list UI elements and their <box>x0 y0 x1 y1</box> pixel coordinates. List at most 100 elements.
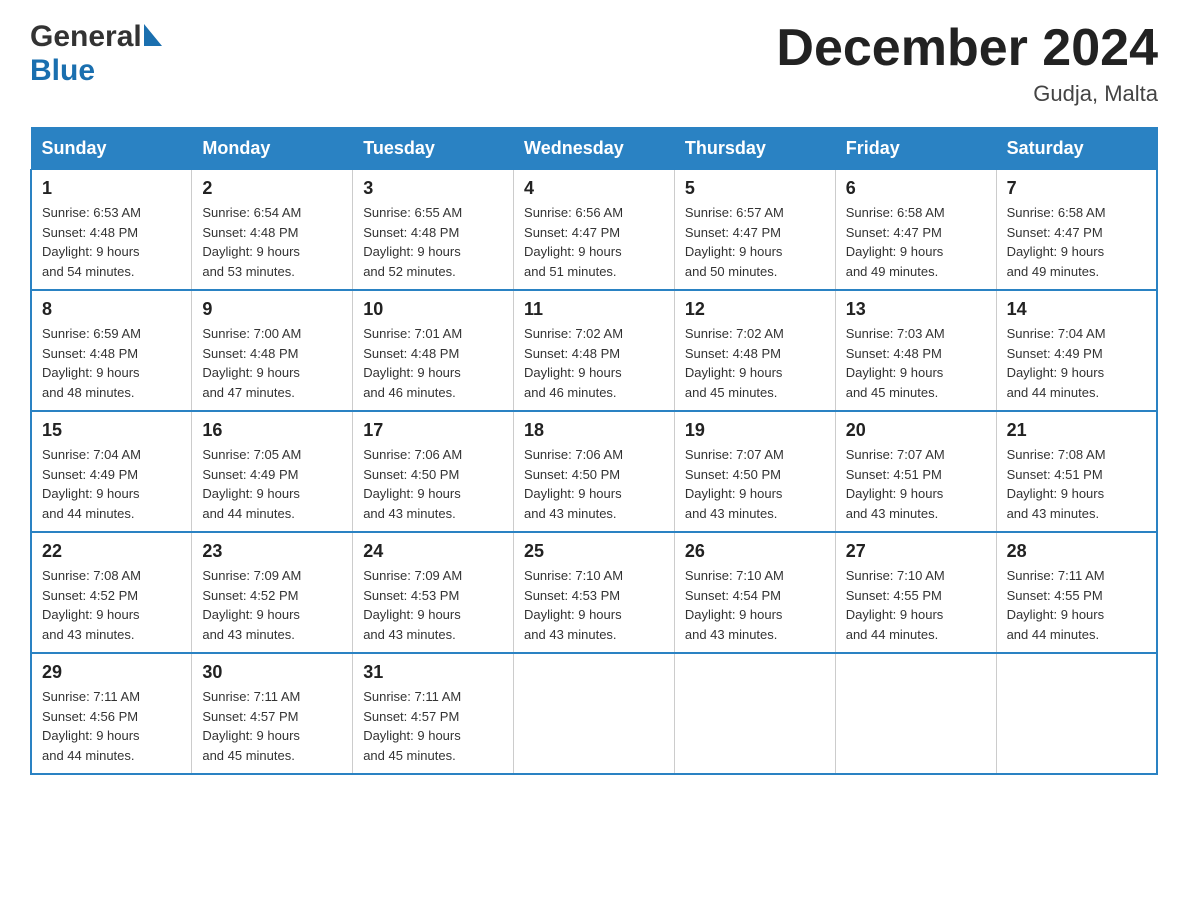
day-number: 21 <box>1007 420 1146 441</box>
table-row: 10 Sunrise: 7:01 AMSunset: 4:48 PMDaylig… <box>353 290 514 411</box>
col-wednesday: Wednesday <box>514 128 675 170</box>
logo-general: General <box>30 20 142 54</box>
table-row: 31 Sunrise: 7:11 AMSunset: 4:57 PMDaylig… <box>353 653 514 774</box>
col-tuesday: Tuesday <box>353 128 514 170</box>
day-number: 1 <box>42 178 181 199</box>
day-number: 4 <box>524 178 664 199</box>
day-number: 12 <box>685 299 825 320</box>
day-number: 25 <box>524 541 664 562</box>
day-info: Sunrise: 7:11 AMSunset: 4:57 PMDaylight:… <box>363 689 461 763</box>
day-info: Sunrise: 7:02 AMSunset: 4:48 PMDaylight:… <box>685 326 784 400</box>
table-row: 8 Sunrise: 6:59 AMSunset: 4:48 PMDayligh… <box>31 290 192 411</box>
day-number: 28 <box>1007 541 1146 562</box>
day-number: 9 <box>202 299 342 320</box>
table-row <box>996 653 1157 774</box>
calendar-table: Sunday Monday Tuesday Wednesday Thursday… <box>30 127 1158 775</box>
table-row: 9 Sunrise: 7:00 AMSunset: 4:48 PMDayligh… <box>192 290 353 411</box>
table-row: 21 Sunrise: 7:08 AMSunset: 4:51 PMDaylig… <box>996 411 1157 532</box>
table-row: 17 Sunrise: 7:06 AMSunset: 4:50 PMDaylig… <box>353 411 514 532</box>
day-info: Sunrise: 7:10 AMSunset: 4:54 PMDaylight:… <box>685 568 784 642</box>
day-info: Sunrise: 7:08 AMSunset: 4:52 PMDaylight:… <box>42 568 141 642</box>
logo-blue: Blue <box>30 54 95 87</box>
day-info: Sunrise: 7:06 AMSunset: 4:50 PMDaylight:… <box>363 447 462 521</box>
col-saturday: Saturday <box>996 128 1157 170</box>
day-info: Sunrise: 7:06 AMSunset: 4:50 PMDaylight:… <box>524 447 623 521</box>
table-row: 18 Sunrise: 7:06 AMSunset: 4:50 PMDaylig… <box>514 411 675 532</box>
table-row: 28 Sunrise: 7:11 AMSunset: 4:55 PMDaylig… <box>996 532 1157 653</box>
day-number: 8 <box>42 299 181 320</box>
calendar-week-row: 1 Sunrise: 6:53 AMSunset: 4:48 PMDayligh… <box>31 170 1157 291</box>
table-row: 12 Sunrise: 7:02 AMSunset: 4:48 PMDaylig… <box>674 290 835 411</box>
day-info: Sunrise: 6:58 AMSunset: 4:47 PMDaylight:… <box>1007 205 1106 279</box>
day-number: 10 <box>363 299 503 320</box>
table-row: 11 Sunrise: 7:02 AMSunset: 4:48 PMDaylig… <box>514 290 675 411</box>
table-row: 4 Sunrise: 6:56 AMSunset: 4:47 PMDayligh… <box>514 170 675 291</box>
day-number: 7 <box>1007 178 1146 199</box>
table-row: 14 Sunrise: 7:04 AMSunset: 4:49 PMDaylig… <box>996 290 1157 411</box>
table-row <box>674 653 835 774</box>
day-info: Sunrise: 7:00 AMSunset: 4:48 PMDaylight:… <box>202 326 301 400</box>
table-row: 7 Sunrise: 6:58 AMSunset: 4:47 PMDayligh… <box>996 170 1157 291</box>
month-title: December 2024 <box>776 20 1158 77</box>
table-row: 30 Sunrise: 7:11 AMSunset: 4:57 PMDaylig… <box>192 653 353 774</box>
table-row: 25 Sunrise: 7:10 AMSunset: 4:53 PMDaylig… <box>514 532 675 653</box>
day-number: 13 <box>846 299 986 320</box>
day-number: 20 <box>846 420 986 441</box>
calendar-header-row: Sunday Monday Tuesday Wednesday Thursday… <box>31 128 1157 170</box>
title-block: December 2024 Gudja, Malta <box>776 20 1158 107</box>
table-row: 1 Sunrise: 6:53 AMSunset: 4:48 PMDayligh… <box>31 170 192 291</box>
day-info: Sunrise: 6:59 AMSunset: 4:48 PMDaylight:… <box>42 326 141 400</box>
day-number: 2 <box>202 178 342 199</box>
day-info: Sunrise: 7:05 AMSunset: 4:49 PMDaylight:… <box>202 447 301 521</box>
day-number: 6 <box>846 178 986 199</box>
col-friday: Friday <box>835 128 996 170</box>
calendar-week-row: 22 Sunrise: 7:08 AMSunset: 4:52 PMDaylig… <box>31 532 1157 653</box>
table-row: 23 Sunrise: 7:09 AMSunset: 4:52 PMDaylig… <box>192 532 353 653</box>
day-number: 18 <box>524 420 664 441</box>
table-row: 15 Sunrise: 7:04 AMSunset: 4:49 PMDaylig… <box>31 411 192 532</box>
table-row: 29 Sunrise: 7:11 AMSunset: 4:56 PMDaylig… <box>31 653 192 774</box>
table-row: 19 Sunrise: 7:07 AMSunset: 4:50 PMDaylig… <box>674 411 835 532</box>
day-number: 11 <box>524 299 664 320</box>
table-row: 3 Sunrise: 6:55 AMSunset: 4:48 PMDayligh… <box>353 170 514 291</box>
location: Gudja, Malta <box>776 81 1158 107</box>
table-row: 27 Sunrise: 7:10 AMSunset: 4:55 PMDaylig… <box>835 532 996 653</box>
day-info: Sunrise: 7:03 AMSunset: 4:48 PMDaylight:… <box>846 326 945 400</box>
col-monday: Monday <box>192 128 353 170</box>
day-info: Sunrise: 7:01 AMSunset: 4:48 PMDaylight:… <box>363 326 462 400</box>
day-info: Sunrise: 6:53 AMSunset: 4:48 PMDaylight:… <box>42 205 141 279</box>
logo-arrow-icon <box>144 24 162 51</box>
table-row: 26 Sunrise: 7:10 AMSunset: 4:54 PMDaylig… <box>674 532 835 653</box>
day-number: 24 <box>363 541 503 562</box>
calendar-week-row: 8 Sunrise: 6:59 AMSunset: 4:48 PMDayligh… <box>31 290 1157 411</box>
day-info: Sunrise: 7:08 AMSunset: 4:51 PMDaylight:… <box>1007 447 1106 521</box>
day-info: Sunrise: 7:04 AMSunset: 4:49 PMDaylight:… <box>1007 326 1106 400</box>
day-number: 23 <box>202 541 342 562</box>
day-number: 29 <box>42 662 181 683</box>
day-number: 5 <box>685 178 825 199</box>
day-info: Sunrise: 7:10 AMSunset: 4:55 PMDaylight:… <box>846 568 945 642</box>
day-number: 26 <box>685 541 825 562</box>
day-info: Sunrise: 7:11 AMSunset: 4:55 PMDaylight:… <box>1007 568 1105 642</box>
day-number: 16 <box>202 420 342 441</box>
day-info: Sunrise: 6:57 AMSunset: 4:47 PMDaylight:… <box>685 205 784 279</box>
day-number: 22 <box>42 541 181 562</box>
table-row: 13 Sunrise: 7:03 AMSunset: 4:48 PMDaylig… <box>835 290 996 411</box>
day-number: 19 <box>685 420 825 441</box>
col-thursday: Thursday <box>674 128 835 170</box>
day-info: Sunrise: 6:56 AMSunset: 4:47 PMDaylight:… <box>524 205 623 279</box>
logo: General Blue <box>30 20 162 88</box>
day-info: Sunrise: 7:09 AMSunset: 4:52 PMDaylight:… <box>202 568 301 642</box>
table-row <box>514 653 675 774</box>
table-row: 16 Sunrise: 7:05 AMSunset: 4:49 PMDaylig… <box>192 411 353 532</box>
table-row: 6 Sunrise: 6:58 AMSunset: 4:47 PMDayligh… <box>835 170 996 291</box>
day-number: 30 <box>202 662 342 683</box>
day-info: Sunrise: 7:10 AMSunset: 4:53 PMDaylight:… <box>524 568 623 642</box>
table-row: 2 Sunrise: 6:54 AMSunset: 4:48 PMDayligh… <box>192 170 353 291</box>
col-sunday: Sunday <box>31 128 192 170</box>
page-header: General Blue December 2024 Gudja, Malta <box>30 20 1158 107</box>
day-number: 27 <box>846 541 986 562</box>
calendar-week-row: 29 Sunrise: 7:11 AMSunset: 4:56 PMDaylig… <box>31 653 1157 774</box>
day-info: Sunrise: 7:04 AMSunset: 4:49 PMDaylight:… <box>42 447 141 521</box>
table-row: 22 Sunrise: 7:08 AMSunset: 4:52 PMDaylig… <box>31 532 192 653</box>
